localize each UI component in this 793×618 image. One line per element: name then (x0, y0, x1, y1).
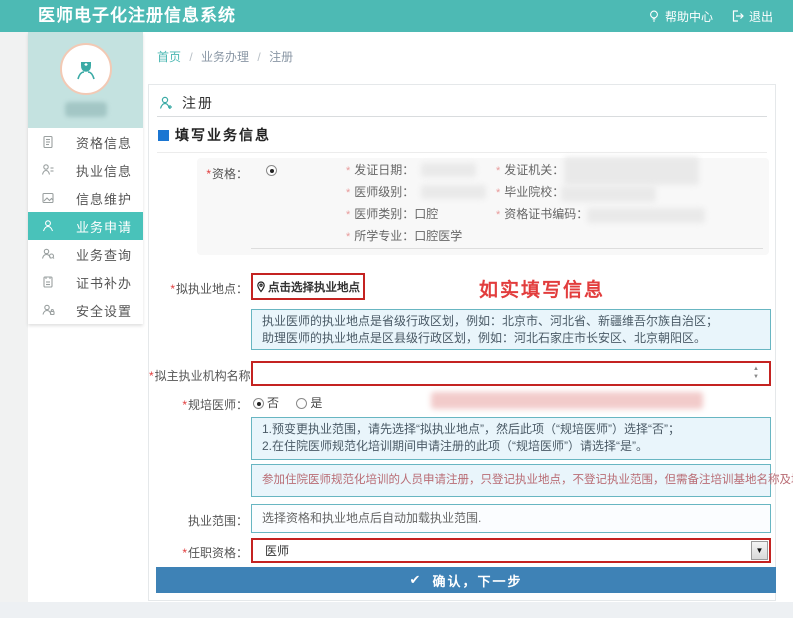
scope-label: 执业范围： (149, 512, 248, 529)
section-heading: 填写业务信息 (158, 125, 271, 145)
title-qualification-label: *任职资格： (149, 544, 248, 561)
divider (157, 152, 767, 153)
trainee-option-no[interactable]: 否 (253, 396, 279, 410)
user-name-redacted (65, 102, 107, 117)
breadcrumb-separator: / (189, 50, 192, 64)
note-line: 执业医师的执业地点是省级行政区划，例如：北京市、河北省、新疆维吾尔族自治区； (262, 313, 760, 330)
lightbulb-icon (647, 9, 661, 23)
avatar[interactable] (60, 43, 112, 95)
sidebar-item-label: 业务查询 (76, 245, 132, 264)
trainee-note: 1.预变更执业范围，请先选择“拟执业地点”，然后此项（“规培医师”）选择“否”；… (251, 417, 771, 460)
select-practice-location-label: 点击选择执业地点 (268, 279, 360, 295)
note-line: 参加住院医师规范化培训的人员申请注册，只登记执业地点，不登记执业范围，但需备注培… (262, 468, 760, 493)
trainee-radio-group: 否 是 (253, 394, 336, 411)
content-card: 注册 填写业务信息 *资格： *发证日期： *医师级别： *医师类别：口腔 *所… (148, 84, 776, 601)
redacted-value (564, 157, 699, 185)
annotation-text: 如实填写信息 (479, 275, 605, 302)
sidebar-item-info-maintenance[interactable]: 信息维护 (28, 184, 143, 212)
sidebar-item-business-query[interactable]: 业务查询 (28, 240, 143, 268)
sidebar-item-label: 安全设置 (76, 301, 132, 320)
redacted-value (421, 163, 476, 177)
title-qualification-value: 医师 (253, 542, 289, 559)
divider (157, 116, 767, 117)
help-center-label: 帮助中心 (665, 8, 713, 25)
radio-checked-icon (253, 398, 264, 409)
sidebar-item-business-application[interactable]: 业务申请 (28, 212, 143, 240)
divider (251, 248, 763, 249)
section-title: 填写业务信息 (175, 125, 271, 145)
sidebar-item-label: 执业信息 (76, 161, 132, 180)
page-title: 注册 (182, 93, 214, 113)
breadcrumb-home[interactable]: 首页 (157, 50, 181, 64)
sidebar: 资格信息 执业信息 信息维护 业务申请 业务查询 (28, 32, 143, 324)
practice-location-label: *拟执业地点： (149, 280, 248, 297)
trainee-label: *规培医师： (149, 396, 248, 413)
title-qualification-select[interactable]: 医师 ▼ (251, 538, 771, 563)
logout-icon (731, 9, 745, 23)
map-pin-icon (256, 281, 266, 293)
spinner-arrows-icon: ▲▼ (753, 365, 759, 381)
person-icon (41, 219, 55, 233)
sidebar-item-label: 业务申请 (76, 217, 132, 236)
sidebar-item-label: 信息维护 (76, 189, 132, 208)
scope-placeholder: 选择资格和执业地点后自动加载执业范围. (262, 511, 481, 525)
radio-icon (296, 398, 307, 409)
practice-location-note: 执业医师的执业地点是省级行政区划，例如：北京市、河北省、新疆维吾尔族自治区； 助… (251, 309, 771, 350)
page-left-margin (0, 32, 28, 618)
note-line: 助理医师的执业地点是区县级行政区划，例如：河北石家庄市长安区、北京朝阳区。 (262, 330, 760, 347)
trainee-option-yes[interactable]: 是 (296, 396, 322, 410)
note-line: 2.在住院医师规范化培训期间申请注册的此项（“规培医师”）请选择“是”。 (262, 438, 760, 455)
sidebar-item-security-settings[interactable]: 安全设置 (28, 296, 143, 324)
redacted-value (421, 185, 486, 199)
org-name-label: *拟主执业机构名称： (149, 367, 248, 384)
app-title: 医师电子化注册信息系统 (38, 0, 236, 32)
page-title-row: 注册 (158, 93, 214, 113)
redacted-value (431, 392, 703, 409)
qualification-radio[interactable] (266, 165, 277, 176)
help-center-button[interactable]: 帮助中心 (641, 8, 719, 25)
org-name-select[interactable]: ▲▼ (251, 361, 771, 386)
sidebar-item-practice-info[interactable]: 执业信息 (28, 156, 143, 184)
person-list-icon (41, 163, 55, 177)
person-plus-icon (158, 95, 174, 111)
note-line: 1.预变更执业范围，请先选择“拟执业地点”，然后此项（“规培医师”）选择“否”； (262, 421, 760, 438)
confirm-next-label: 确认，下一步 (432, 571, 522, 590)
certificate-icon (41, 275, 55, 289)
dropdown-arrow-icon[interactable]: ▼ (751, 541, 768, 560)
breadcrumb: 首页 / 业务办理 / 注册 (157, 48, 293, 65)
breadcrumb-separator: / (257, 50, 260, 64)
person-lock-icon (41, 303, 55, 317)
sidebar-item-label: 证书补办 (76, 273, 132, 292)
user-panel (28, 32, 143, 128)
sidebar-item-certificate-reissue[interactable]: 证书补办 (28, 268, 143, 296)
app-header: 医师电子化注册信息系统 帮助中心 退出 (0, 0, 793, 32)
logout-button[interactable]: 退出 (725, 8, 779, 25)
document-icon (41, 135, 55, 149)
blue-square-icon (158, 130, 169, 141)
image-icon (41, 191, 55, 205)
person-search-icon (41, 247, 55, 261)
trainee-extra-note: 参加住院医师规范化培训的人员申请注册，只登记执业地点，不登记执业范围，但需备注培… (251, 464, 771, 497)
logout-label: 退出 (749, 8, 773, 25)
breadcrumb-current: 注册 (269, 50, 293, 64)
check-icon: ✔ (410, 572, 423, 588)
page-bottom-margin (0, 602, 793, 618)
sidebar-item-qualification-info[interactable]: 资格信息 (28, 128, 143, 156)
breadcrumb-business[interactable]: 业务办理 (201, 50, 249, 64)
sidebar-item-label: 资格信息 (76, 133, 132, 152)
redacted-value (561, 186, 656, 202)
confirm-next-button[interactable]: ✔ 确认，下一步 (156, 567, 776, 593)
qualification-label: *资格： (149, 165, 248, 182)
scope-field: 选择资格和执业地点后自动加载执业范围. (251, 504, 771, 533)
select-practice-location-button[interactable]: 点击选择执业地点 (251, 273, 365, 300)
redacted-value (587, 208, 705, 223)
